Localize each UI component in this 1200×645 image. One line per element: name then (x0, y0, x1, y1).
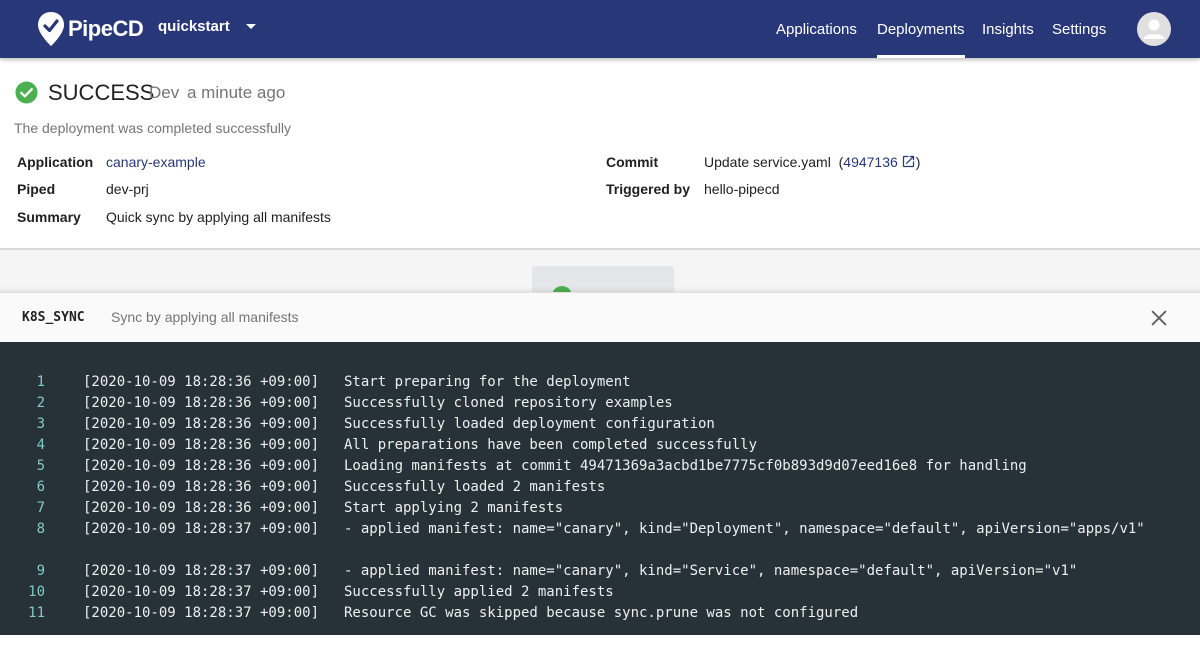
project-selector[interactable]: quickstart (158, 18, 256, 35)
deployment-status: SUCCESS (48, 80, 155, 105)
triggered-by-label: Triggered by (606, 181, 691, 197)
pipecd-logo[interactable]: PipeCD (36, 10, 144, 48)
stage-name: K8S_SYNC (22, 310, 85, 325)
commit-paren-close: ) (915, 154, 921, 170)
nav-settings[interactable]: Settings (1052, 0, 1106, 58)
active-tab-indicator (877, 55, 965, 58)
check-circle-icon (15, 81, 38, 104)
commit-value: Update service.yaml (4947136) (704, 154, 920, 170)
nav-insights[interactable]: Insights (982, 0, 1034, 58)
log-message: Resource GC was skipped because sync.pru… (344, 605, 859, 621)
commit-paren-open: ( (834, 154, 844, 170)
status-reason: The deployment was completed successfull… (14, 120, 292, 136)
project-name: quickstart (158, 18, 230, 35)
log-timestamp: [2020-10-09 18:28:37 +09:00] (83, 521, 320, 537)
deployment-time: a minute ago (187, 83, 286, 102)
commit-label: Commit (606, 154, 659, 170)
environment-name: Dev (149, 83, 180, 102)
open-in-new-icon[interactable] (901, 154, 916, 169)
piped-value: dev-prj (106, 181, 149, 197)
user-avatar[interactable] (1137, 12, 1171, 46)
close-icon[interactable] (1148, 307, 1170, 329)
stage-description: Sync by applying all manifests (111, 309, 299, 325)
nav-deployments[interactable]: Deployments (877, 0, 965, 58)
chevron-down-icon (245, 24, 256, 29)
pipeline-view (0, 250, 1200, 292)
log-line-number: 8 (36, 521, 45, 537)
logo-text: PipeCD (68, 16, 144, 41)
pipeline-stage-card[interactable] (532, 266, 674, 292)
log-message: - applied manifest: name="canary", kind=… (344, 521, 1145, 537)
nav-applications[interactable]: Applications (776, 0, 857, 58)
commit-hash-link[interactable]: 4947136 (843, 154, 898, 170)
user-icon (1143, 19, 1165, 39)
summary-value: Quick sync by applying all manifests (106, 209, 331, 225)
log-panel-header: K8S_SYNC Sync by applying all manifests (0, 292, 1200, 343)
summary-label: Summary (17, 209, 81, 225)
pipecd-logo-icon (38, 12, 64, 46)
log-line-number: 11 (28, 605, 45, 621)
commit-message: Update service.yaml (704, 154, 831, 170)
log-line: 11 [2020-10-09 18:28:37 +09:00] Resource G… (0, 582, 1200, 645)
application-label: Application (17, 154, 94, 170)
top-app-bar: PipeCD quickstart Applications Deploymen… (0, 0, 1200, 58)
triggered-by-value: hello-pipecd (704, 181, 780, 197)
application-link[interactable]: canary-example (106, 154, 206, 170)
piped-label: Piped (17, 181, 56, 197)
log-timestamp: [2020-10-09 18:28:37 +09:00] (83, 605, 320, 621)
log-viewer[interactable]: 1 [2020-10-09 18:28:36 +09:00] Start prepa… (0, 342, 1200, 635)
